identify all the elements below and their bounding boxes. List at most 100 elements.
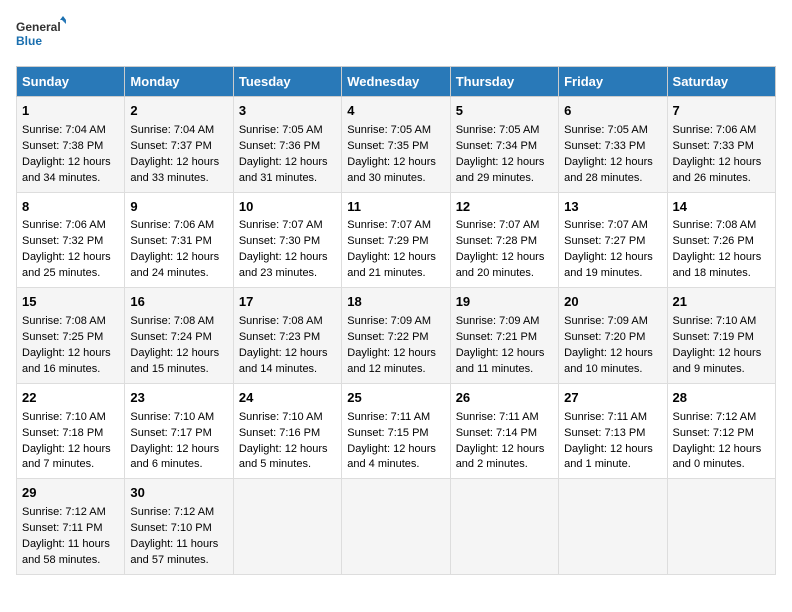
daylight-text: Daylight: 12 hours and 28 minutes. bbox=[564, 155, 661, 187]
sunset-text: Sunset: 7:34 PM bbox=[456, 139, 553, 155]
daylight-text: Daylight: 12 hours and 21 minutes. bbox=[347, 250, 444, 282]
week-row-3: 15 Sunrise: 7:08 AM Sunset: 7:25 PM Dayligh… bbox=[17, 288, 776, 384]
week-row-4: 22Sunrise: 7:10 AMSunset: 7:18 PMDayligh… bbox=[17, 383, 776, 479]
calendar-cell: 1Sunrise: 7:04 AMSunset: 7:38 PMDaylight… bbox=[17, 97, 125, 193]
sunset-text: Sunset: 7:24 PM bbox=[130, 330, 227, 346]
logo: General Blue bbox=[16, 16, 66, 56]
sunrise-text: Sunrise: 7:05 AM bbox=[564, 123, 661, 139]
sunrise-text: Sunrise: 7:09 AM bbox=[456, 314, 553, 330]
sunrise-text: Sunrise: 7:06 AM bbox=[130, 218, 227, 234]
calendar-cell bbox=[450, 479, 558, 575]
week-row-5: 29Sunrise: 7:12 AMSunset: 7:11 PMDayligh… bbox=[17, 479, 776, 575]
daylight-text: Daylight: 12 hours and 18 minutes. bbox=[673, 250, 770, 282]
daylight-text: Daylight: 12 hours and 0 minutes. bbox=[673, 442, 770, 474]
calendar-cell: 6Sunrise: 7:05 AMSunset: 7:33 PMDaylight… bbox=[559, 97, 667, 193]
sunset-text: Sunset: 7:16 PM bbox=[239, 426, 336, 442]
day-number: 13 bbox=[564, 198, 661, 217]
sunset-text: Sunset: 7:28 PM bbox=[456, 234, 553, 250]
sunset-text: Sunset: 7:18 PM bbox=[22, 426, 119, 442]
daylight-text: Daylight: 12 hours and 19 minutes. bbox=[564, 250, 661, 282]
sunrise-text: Sunrise: 7:05 AM bbox=[239, 123, 336, 139]
day-number: 26 bbox=[456, 389, 553, 408]
daylight-text: Daylight: 12 hours and 34 minutes. bbox=[22, 155, 119, 187]
sunset-text: Sunset: 7:20 PM bbox=[564, 330, 661, 346]
sunrise-text: Sunrise: 7:08 AM bbox=[130, 314, 227, 330]
day-number: 15 bbox=[22, 293, 119, 312]
day-number: 23 bbox=[130, 389, 227, 408]
calendar-cell: 11Sunrise: 7:07 AMSunset: 7:29 PMDayligh… bbox=[342, 192, 450, 288]
week-row-1: 1Sunrise: 7:04 AMSunset: 7:38 PMDaylight… bbox=[17, 97, 776, 193]
sunrise-text: Sunrise: 7:11 AM bbox=[456, 410, 553, 426]
day-number: 7 bbox=[673, 102, 770, 121]
calendar-cell: 26Sunrise: 7:11 AMSunset: 7:14 PMDayligh… bbox=[450, 383, 558, 479]
sunset-text: Sunset: 7:36 PM bbox=[239, 139, 336, 155]
calendar-table: SundayMondayTuesdayWednesdayThursdayFrid… bbox=[16, 66, 776, 575]
logo-svg: General Blue bbox=[16, 16, 66, 56]
sunrise-text: Sunrise: 7:12 AM bbox=[673, 410, 770, 426]
calendar-cell: 7Sunrise: 7:06 AMSunset: 7:33 PMDaylight… bbox=[667, 97, 775, 193]
sunrise-text: Sunrise: 7:11 AM bbox=[347, 410, 444, 426]
svg-text:General: General bbox=[16, 20, 61, 34]
svg-text:Blue: Blue bbox=[16, 34, 42, 48]
page-header: General Blue bbox=[16, 16, 776, 56]
sunset-text: Sunset: 7:11 PM bbox=[22, 521, 119, 537]
calendar-cell: 28Sunrise: 7:12 AMSunset: 7:12 PMDayligh… bbox=[667, 383, 775, 479]
calendar-cell: 24Sunrise: 7:10 AMSunset: 7:16 PMDayligh… bbox=[233, 383, 341, 479]
calendar-cell: 23Sunrise: 7:10 AMSunset: 7:17 PMDayligh… bbox=[125, 383, 233, 479]
day-number: 12 bbox=[456, 198, 553, 217]
calendar-cell: 12Sunrise: 7:07 AMSunset: 7:28 PMDayligh… bbox=[450, 192, 558, 288]
sunrise-text: Sunrise: 7:06 AM bbox=[22, 218, 119, 234]
calendar-cell: 14Sunrise: 7:08 AMSunset: 7:26 PMDayligh… bbox=[667, 192, 775, 288]
sunrise-text: Sunrise: 7:06 AM bbox=[673, 123, 770, 139]
column-header-sunday: Sunday bbox=[17, 67, 125, 97]
calendar-cell: 30Sunrise: 7:12 AMSunset: 7:10 PMDayligh… bbox=[125, 479, 233, 575]
sunset-text: Sunset: 7:17 PM bbox=[130, 426, 227, 442]
daylight-text: Daylight: 12 hours and 31 minutes. bbox=[239, 155, 336, 187]
day-number: 27 bbox=[564, 389, 661, 408]
day-number: 11 bbox=[347, 198, 444, 217]
sunrise-text: Sunrise: 7:10 AM bbox=[673, 314, 770, 330]
sunrise-text: Sunrise: 7:08 AM bbox=[239, 314, 336, 330]
calendar-cell: 3Sunrise: 7:05 AMSunset: 7:36 PMDaylight… bbox=[233, 97, 341, 193]
daylight-text: Daylight: 12 hours and 9 minutes. bbox=[673, 346, 770, 378]
sunrise-text: Sunrise: 7:10 AM bbox=[130, 410, 227, 426]
day-number: 19 bbox=[456, 293, 553, 312]
sunset-text: Sunset: 7:15 PM bbox=[347, 426, 444, 442]
day-number: 18 bbox=[347, 293, 444, 312]
sunrise-text: Sunrise: 7:05 AM bbox=[347, 123, 444, 139]
daylight-text: Daylight: 12 hours and 23 minutes. bbox=[239, 250, 336, 282]
daylight-text: Daylight: 12 hours and 10 minutes. bbox=[564, 346, 661, 378]
column-header-saturday: Saturday bbox=[667, 67, 775, 97]
sunrise-text: Sunrise: 7:08 AM bbox=[673, 218, 770, 234]
daylight-text: Daylight: 12 hours and 7 minutes. bbox=[22, 442, 119, 474]
daylight-text: Daylight: 11 hours and 58 minutes. bbox=[22, 537, 119, 569]
day-number: 30 bbox=[130, 484, 227, 503]
sunset-text: Sunset: 7:37 PM bbox=[130, 139, 227, 155]
calendar-cell: 10Sunrise: 7:07 AMSunset: 7:30 PMDayligh… bbox=[233, 192, 341, 288]
sunset-text: Sunset: 7:22 PM bbox=[347, 330, 444, 346]
calendar-cell: 13Sunrise: 7:07 AMSunset: 7:27 PMDayligh… bbox=[559, 192, 667, 288]
day-number: 22 bbox=[22, 389, 119, 408]
daylight-text: Daylight: 12 hours and 20 minutes. bbox=[456, 250, 553, 282]
daylight-text: Daylight: 11 hours and 57 minutes. bbox=[130, 537, 227, 569]
sunset-text: Sunset: 7:13 PM bbox=[564, 426, 661, 442]
calendar-cell: 4Sunrise: 7:05 AMSunset: 7:35 PMDaylight… bbox=[342, 97, 450, 193]
sunset-text: Sunset: 7:32 PM bbox=[22, 234, 119, 250]
sunrise-text: Sunrise: 7:12 AM bbox=[130, 505, 227, 521]
day-number: 1 bbox=[22, 102, 119, 121]
sunrise-text: Sunrise: 7:07 AM bbox=[564, 218, 661, 234]
calendar-cell: 17Sunrise: 7:08 AMSunset: 7:23 PMDayligh… bbox=[233, 288, 341, 384]
calendar-cell: 8Sunrise: 7:06 AMSunset: 7:32 PMDaylight… bbox=[17, 192, 125, 288]
day-number: 24 bbox=[239, 389, 336, 408]
sunset-text: Sunset: 7:25 PM bbox=[22, 330, 119, 346]
calendar-cell: 16Sunrise: 7:08 AMSunset: 7:24 PMDayligh… bbox=[125, 288, 233, 384]
sunrise-text: Sunrise: 7:07 AM bbox=[347, 218, 444, 234]
sunrise-text: Sunrise: 7:07 AM bbox=[456, 218, 553, 234]
daylight-text: Daylight: 12 hours and 14 minutes. bbox=[239, 346, 336, 378]
daylight-text: Daylight: 12 hours and 29 minutes. bbox=[456, 155, 553, 187]
sunset-text: Sunset: 7:23 PM bbox=[239, 330, 336, 346]
week-row-2: 8Sunrise: 7:06 AMSunset: 7:32 PMDaylight… bbox=[17, 192, 776, 288]
sunrise-text: Sunrise: 7:04 AM bbox=[22, 123, 119, 139]
daylight-text: Daylight: 12 hours and 12 minutes. bbox=[347, 346, 444, 378]
sunset-text: Sunset: 7:31 PM bbox=[130, 234, 227, 250]
